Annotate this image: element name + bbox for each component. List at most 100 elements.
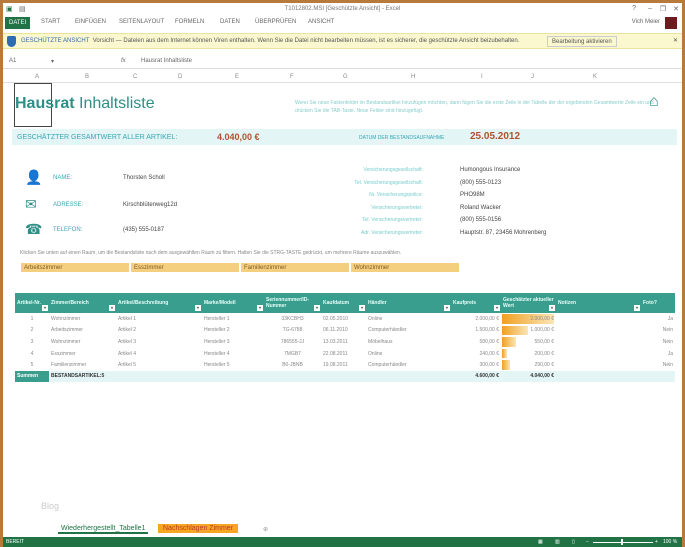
summary-cell: Summen [15, 370, 49, 382]
cell-text: 19.08.2011 [323, 362, 348, 369]
insurance-value: (800) 555-0123 [460, 179, 502, 186]
tab-überprüfen[interactable]: ÜBERPRÜFEN [255, 19, 296, 25]
cell-text: 7MGB7 [284, 350, 301, 357]
table-row[interactable]: 3 Wohnzimmer Artikel 3 Hersteller 3 786555-J… [15, 336, 675, 348]
cell-7: 2.000,00 € [451, 313, 501, 325]
tab-formeln[interactable]: FORMELN [175, 19, 204, 25]
zoom-in-icon[interactable]: + [655, 539, 658, 545]
name-box-dropdown-icon[interactable]: ▾ [51, 58, 54, 65]
column-header-5: Kaufdatum ▾ [321, 293, 366, 313]
minimize-icon[interactable]: – [648, 5, 652, 12]
restore-icon[interactable]: ❐ [660, 5, 666, 13]
cell-text: Nein [662, 362, 673, 369]
close-bar-icon[interactable]: ✕ [673, 37, 678, 44]
tab-start[interactable]: START [41, 19, 60, 25]
tab-ansicht[interactable]: ANSICHT [308, 19, 334, 25]
header-label: Seriennummer/ID-Nummer [266, 297, 310, 309]
column-header[interactable]: H [411, 74, 415, 80]
room-button-arbeitszimmer[interactable]: Arbeitszimmer [21, 263, 129, 272]
column-header[interactable]: G [343, 74, 348, 80]
zoom-slider[interactable] [593, 542, 653, 543]
help-icon[interactable]: ? [632, 5, 636, 12]
filter-dropdown-icon[interactable]: ▾ [257, 305, 263, 311]
cell-4: B0-JBNB [264, 359, 321, 371]
filter-dropdown-icon[interactable]: ▾ [634, 305, 640, 311]
blog-watermark: Blog [41, 501, 60, 511]
cell-4: 33KCBH3 [264, 313, 321, 325]
cell-4: TG-6788 [264, 325, 321, 337]
column-header[interactable]: B [85, 74, 89, 80]
column-header-7: Kaufpreis ▾ [451, 293, 501, 313]
cell-text: Hersteller 5 [204, 362, 230, 369]
table-row[interactable]: 2 Arbeitszimmer Artikel 2 Hersteller 2 TG-67… [15, 325, 675, 337]
cell-text: 06.11.2010 [323, 327, 348, 334]
cell-6: Online [366, 348, 451, 360]
tab-einfügen[interactable]: EINFÜGEN [75, 19, 106, 25]
page-layout-icon[interactable]: ▥ [555, 539, 560, 545]
sheet-tabs: Wiederhergestellt_Tabelle1 Nachschlagen … [3, 523, 682, 537]
tab-datei[interactable]: DATEI [5, 17, 31, 29]
sheet-tab-nachschlagen[interactable]: Nachschlagen Zimmer [158, 524, 239, 533]
insurance-value: Roland Wacker [460, 204, 501, 211]
tab-daten[interactable]: DATEN [220, 19, 240, 25]
cell-text: B0-JBNB [282, 362, 303, 369]
cell-10: Nein [641, 325, 675, 337]
cell-5: 19.08.2011 [321, 359, 366, 371]
column-header[interactable]: A [35, 74, 39, 80]
shield-icon [7, 36, 16, 47]
enable-editing-button[interactable]: Bearbeitung aktivieren [547, 36, 617, 47]
insurance-label: Nr. Versicherungspolice: [369, 192, 423, 198]
filter-dropdown-icon[interactable]: ▾ [359, 305, 365, 311]
cell-1: Familienzimmer [49, 359, 116, 371]
column-header[interactable]: D [178, 74, 182, 80]
table-row[interactable]: 4 Esszimmer Artikel 4 Hersteller 4 7MGB7 22.0… [15, 348, 675, 360]
sheet-tab-wiederhergestellt[interactable]: Wiederhergestellt_Tabelle1 [58, 525, 149, 534]
column-header[interactable]: F [290, 74, 294, 80]
cell-7: 1.500,00 € [451, 325, 501, 337]
column-header-9: Notizen ▾ [556, 293, 641, 313]
excel-window: ▣ ▤ T1012802.MSI [Geschützte Ansicht] - … [0, 0, 685, 547]
cell-text: TG-6788 [282, 327, 303, 334]
column-header[interactable]: I [481, 74, 483, 80]
insurance-label: Versicherungsgesellschaft: [363, 167, 423, 173]
filter-dropdown-icon[interactable]: ▾ [195, 305, 201, 311]
column-header[interactable]: C [133, 74, 137, 80]
zoom-level[interactable]: 100 % [663, 539, 677, 545]
normal-view-icon[interactable]: ▦ [538, 539, 543, 545]
add-sheet-icon[interactable]: ⊕ [263, 526, 268, 533]
filter-dropdown-icon[interactable]: ▾ [314, 305, 320, 311]
table-row[interactable]: 5 Familienzimmer Artikel 5 Hersteller 5 B0-J… [15, 359, 675, 371]
formula-input[interactable]: Hausrat Inhaltsliste [141, 58, 192, 64]
filter-dropdown-icon[interactable]: ▾ [42, 305, 48, 311]
room-button-familienzimmer[interactable]: Familienzimmer [241, 263, 349, 272]
filter-dropdown-icon[interactable]: ▾ [549, 305, 555, 311]
cell-6: Computerhändler [366, 325, 451, 337]
cell-10: Ja [641, 348, 675, 360]
avatar[interactable] [665, 17, 677, 29]
user-name[interactable]: Vich Meier [632, 19, 660, 25]
table-row[interactable]: 1 Wohnzimmer Artikel 1 Hersteller 1 33KCBH3 0… [15, 313, 675, 325]
page-break-icon[interactable]: ▯ [572, 539, 575, 545]
databar [502, 337, 517, 347]
column-header[interactable]: K [593, 74, 597, 80]
room-button-esszimmer[interactable]: Esszimmer [131, 263, 239, 272]
room-button-wohnzimmer[interactable]: Wohnzimmer [351, 263, 459, 272]
cell-10: Nein [641, 359, 675, 371]
zoom-out-icon[interactable]: − [586, 539, 589, 545]
close-icon[interactable]: ✕ [673, 5, 679, 13]
filter-dropdown-icon[interactable]: ▾ [494, 305, 500, 311]
tab-seitenlayout[interactable]: SEITENLAYOUT [119, 19, 164, 25]
column-header-8: Geschätzter aktueller Wert ▾ [501, 293, 556, 313]
name-box[interactable]: A1 [9, 58, 16, 64]
cell-text: 580,00 € [479, 338, 499, 345]
cell-5: 22.08.2011 [321, 348, 366, 360]
column-header[interactable]: E [235, 74, 239, 80]
summary-cell: BESTANDSARTIKEL:5 [49, 370, 116, 382]
column-header[interactable]: J [531, 74, 534, 80]
ribbon-tabs: DATEI START EINFÜGEN SEITENLAYOUT FORMELN DAT… [3, 16, 682, 31]
cell-text: Online [368, 315, 383, 322]
filter-dropdown-icon[interactable]: ▾ [109, 305, 115, 311]
filter-dropdown-icon[interactable]: ▾ [444, 305, 450, 311]
zoom-slider-handle[interactable] [621, 539, 623, 545]
insurance-row: Adr. Versicherungsvertreter: Hauptstr. 87… [293, 230, 546, 240]
